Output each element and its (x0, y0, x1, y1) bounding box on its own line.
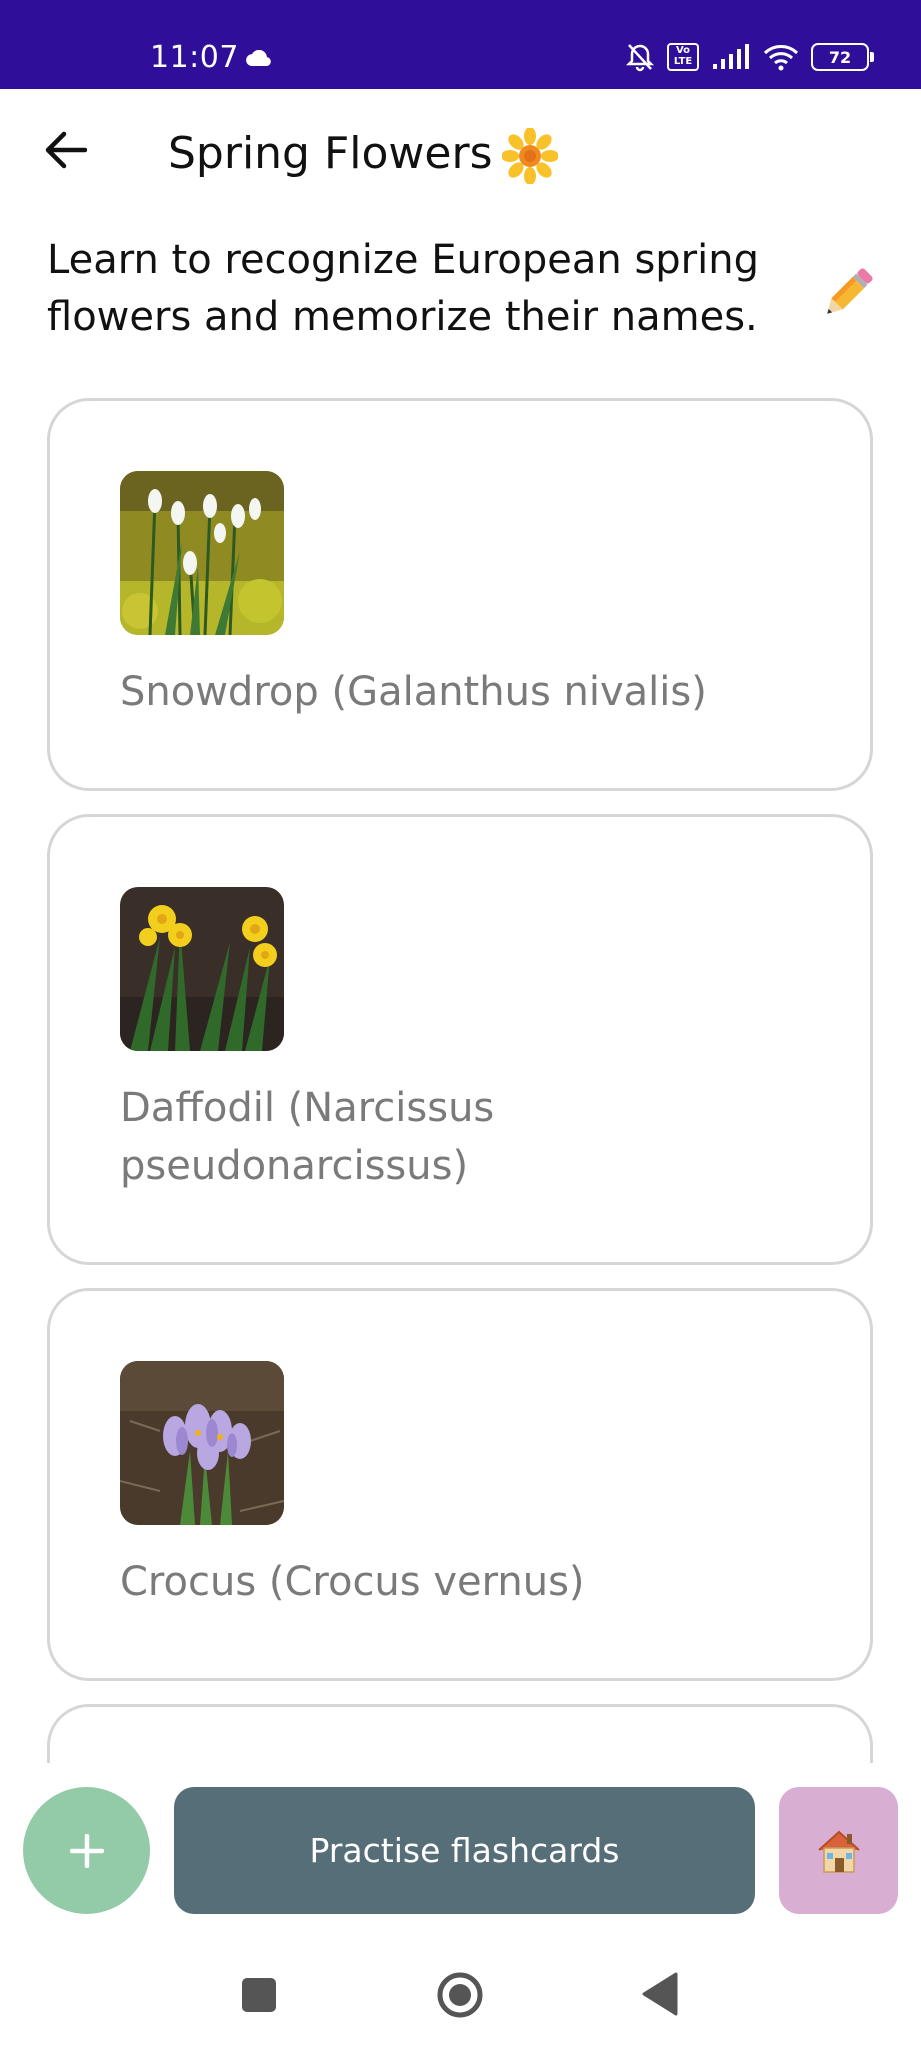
status-time: 11:07 (150, 40, 239, 75)
battery-level: 72 (828, 47, 852, 67)
wifi-icon (763, 45, 799, 71)
flashcard-label: Crocus (Crocus vernus) (120, 1559, 585, 1605)
practise-flashcards-button[interactable]: Practise flashcards (174, 1787, 755, 1914)
flashcard-list[interactable]: Snowdrop (Galanthus nivalis) Daffodil (N… (0, 395, 921, 1763)
recents-button[interactable] (242, 1978, 276, 2012)
home-button[interactable] (779, 1787, 898, 1914)
snowdrop-thumbnail (120, 471, 284, 635)
signal-icon (713, 44, 749, 69)
sunflower-icon (502, 128, 558, 184)
status-bar: 11:07 Vo LTE 72 (0, 0, 921, 89)
daffodil-thumbnail (120, 887, 284, 1051)
flashcard-label: Snowdrop (Galanthus nivalis) (120, 669, 707, 715)
house-icon (817, 1830, 860, 1873)
arrow-left-icon (45, 131, 87, 169)
practise-flashcards-label: Practise flashcards (309, 1831, 620, 1870)
add-flashcard-button[interactable] (23, 1787, 150, 1914)
pencil-icon (827, 268, 873, 314)
bell-off-icon (625, 44, 655, 72)
volte-icon: Vo LTE (667, 43, 699, 71)
edit-description-button[interactable] (815, 262, 879, 326)
back-button[interactable] (36, 120, 96, 180)
nav-home-button[interactable] (436, 1971, 484, 2019)
status-icons: Vo LTE 72 (625, 42, 874, 72)
page-title: Spring Flowers (168, 128, 493, 179)
cloud-icon (246, 50, 271, 66)
flashcard-card[interactable]: Snowdrop (Galanthus nivalis) (47, 398, 873, 791)
flashcard-card[interactable]: Crocus (Crocus vernus) (47, 1288, 873, 1681)
crocus-thumbnail (120, 1361, 284, 1525)
battery-icon: 72 (811, 43, 874, 71)
flashcard-card[interactable]: Daffodil (Narcissus pseudonarcissus) (47, 814, 873, 1265)
flashcard-card[interactable] (47, 1704, 873, 1763)
plus-icon (69, 1833, 104, 1868)
flashcard-label: Daffodil (Narcissus pseudonarcissus) (120, 1085, 495, 1189)
nav-back-button[interactable] (642, 1972, 678, 2016)
set-description: Learn to recognize European spring flowe… (47, 237, 759, 340)
